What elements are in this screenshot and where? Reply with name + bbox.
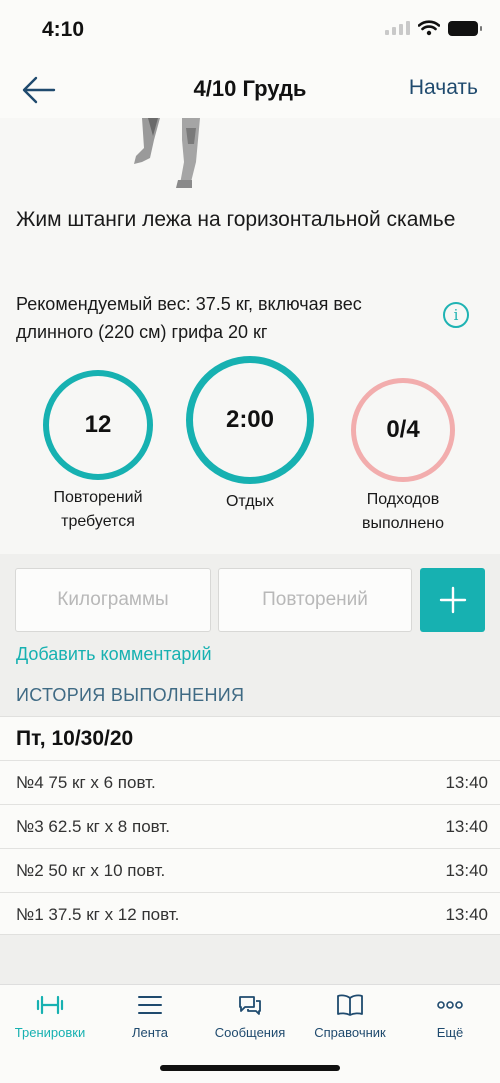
history-header: ИСТОРИЯ ВЫПОЛНЕНИЯ (16, 685, 245, 705)
history-date: Пт, 10/30/20 (16, 727, 134, 750)
menu-icon (138, 996, 162, 1014)
recommended-weight: Рекомендуемый вес: 37.5 кг, включая вес … (16, 294, 362, 342)
tab-reference[interactable]: Справочник (300, 991, 400, 1040)
history-time: 13:40 (445, 817, 488, 836)
reps-ring: 12 (43, 370, 153, 480)
empty-area (0, 934, 500, 984)
more-icon (437, 1001, 463, 1009)
tab-label: Ещё (436, 1025, 464, 1040)
tab-label: Лента (132, 1025, 168, 1040)
dumbbell-icon (36, 995, 64, 1015)
status-icons (385, 20, 482, 36)
status-time: 4:10 (42, 18, 85, 41)
input-section: Килограммы Повторений Добавить комментар… (0, 554, 500, 716)
wifi-icon (418, 20, 440, 36)
rest-ring[interactable]: 2:00 (186, 356, 314, 484)
rest-label: Отдых (225, 493, 275, 510)
reps-label: Повторений требуется (53, 489, 143, 530)
add-set-button[interactable] (420, 568, 485, 632)
history-time: 13:40 (445, 773, 488, 792)
tab-label: Справочник (314, 1025, 386, 1040)
stat-rest[interactable]: 2:00 Отдых (170, 356, 330, 514)
history-time: 13:40 (445, 905, 488, 924)
tab-more[interactable]: Ещё (400, 991, 500, 1040)
chat-icon (239, 996, 261, 1015)
history-list: Пт, 10/30/20 №4 75 кг x 6 повт. 13:40 №3… (0, 716, 500, 934)
history-entry: №1 37.5 кг x 12 повт. (16, 905, 180, 924)
stat-reps: 12 Повторений требуется (38, 370, 158, 534)
tab-label: Сообщения (214, 1025, 286, 1040)
kilograms-input[interactable]: Килограммы (15, 568, 211, 632)
nav-bar: 4/10 Грудь Начать (0, 62, 500, 118)
history-row[interactable]: №2 50 кг x 10 повт. 13:40 (0, 848, 500, 892)
status-bar: 4:10 (0, 0, 500, 62)
tab-label: Тренировки (14, 1025, 86, 1040)
history-entry: №2 50 кг x 10 повт. (16, 861, 166, 880)
tab-messages[interactable]: Сообщения (200, 991, 300, 1040)
tab-feed[interactable]: Лента (100, 991, 200, 1040)
start-button[interactable]: Начать (409, 76, 478, 100)
exercise-illustration (134, 118, 200, 188)
history-entry: №3 62.5 кг x 8 повт. (16, 817, 170, 836)
sets-label: Подходов выполнено (361, 491, 444, 532)
home-indicator (160, 1065, 340, 1071)
book-icon (337, 994, 363, 1016)
history-row[interactable]: №4 75 кг x 6 повт. 13:40 (0, 760, 500, 804)
info-icon[interactable]: i (443, 302, 469, 328)
exercise-title: Жим штанги лежа на горизонтальной скамье (16, 208, 456, 231)
history-row[interactable]: №1 37.5 кг x 12 повт. 13:40 (0, 892, 500, 936)
stat-sets: 0/4 Подходов выполнено (343, 378, 463, 536)
history-row[interactable]: №3 62.5 кг x 8 повт. 13:40 (0, 804, 500, 848)
sets-ring: 0/4 (351, 378, 455, 482)
signal-icon (385, 21, 410, 35)
history-time: 13:40 (445, 861, 488, 880)
battery-icon (448, 20, 482, 36)
plus-icon (439, 586, 466, 614)
reps-input[interactable]: Повторений (218, 568, 412, 632)
history-entry: №4 75 кг x 6 повт. (16, 773, 156, 792)
add-comment-link[interactable]: Добавить комментарий (16, 644, 212, 665)
tab-workouts[interactable]: Тренировки (0, 991, 100, 1040)
